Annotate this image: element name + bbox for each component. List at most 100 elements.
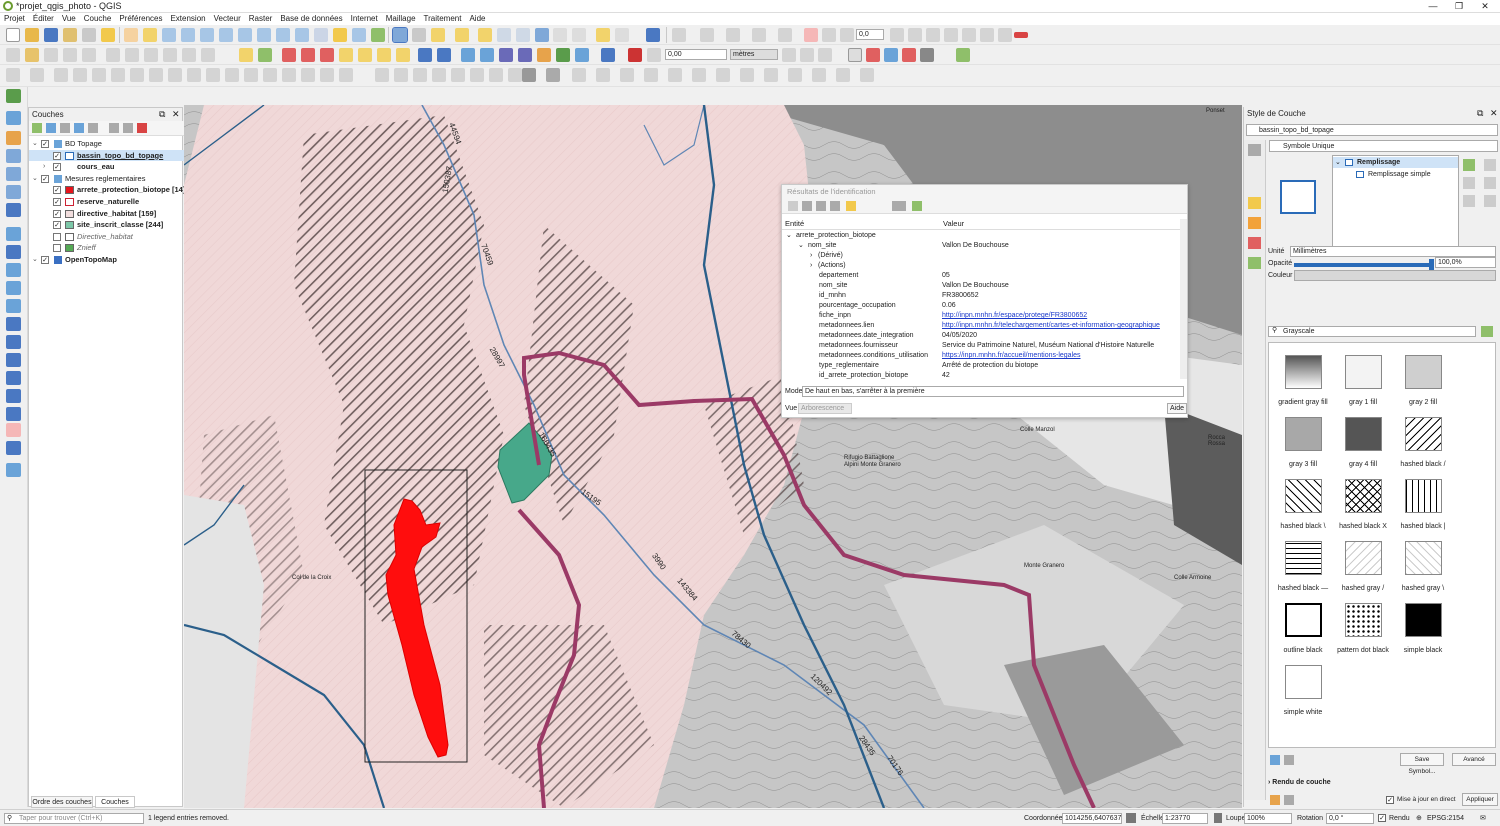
digitize-4-icon[interactable] [752,28,766,42]
statistics-icon[interactable] [553,28,567,42]
adv-13-icon[interactable] [244,68,258,82]
adv-30-icon[interactable] [620,68,634,82]
close-style-panel-icon[interactable]: ✕ [1490,107,1498,120]
close-panel-icon[interactable]: ✕ [172,108,180,121]
filter-legend-icon[interactable] [74,123,84,133]
advanced-button[interactable]: Avancé [1452,753,1496,766]
symbol-tile-hv[interactable]: hashed black | [1393,479,1453,541]
layer-arrete-protection-biotope[interactable]: ✓ arrete_protection_biotope [14] [29,184,185,196]
menu-maillage[interactable]: Maillage [382,13,420,25]
adv-28-icon[interactable] [572,68,586,82]
adv-14-icon[interactable] [263,68,277,82]
identify-attribute-row[interactable]: nom_site Vallon De Bouchouse [782,281,1178,291]
identify-mode-select[interactable]: De haut en bas, s'arrêter à la première [802,386,1184,397]
database-3-icon[interactable] [499,48,513,62]
zoom-in-icon[interactable] [162,28,176,42]
symbol-tile-g3[interactable]: gray 3 fill [1273,417,1333,479]
adv-27-icon[interactable] [546,68,560,82]
menu-aide[interactable]: Aide [465,13,489,25]
menu-traitement[interactable]: Traitement [420,13,466,25]
adv-8-icon[interactable] [149,68,163,82]
adv-9-icon[interactable] [168,68,182,82]
cad-1-icon[interactable] [782,48,796,62]
grid-icon[interactable] [522,68,536,82]
menu-preferences[interactable]: Préférences [115,13,166,25]
zoom-next-icon[interactable] [295,28,309,42]
expand-icon[interactable] [788,201,798,211]
add-vector-icon[interactable] [6,111,21,125]
identify-attribute-link[interactable]: https://inpn.mnhn.fr/accueil/mentions-le… [942,351,1081,361]
layer-group-bd-topage[interactable]: ⌄ ✓ BD Topage [29,138,184,150]
coordinate-field[interactable]: 1014256,6407637 [1062,813,1122,824]
copy-icon[interactable] [144,48,158,62]
digitize-icon[interactable] [672,28,686,42]
menu-base-de-donnees[interactable]: Base de données [276,13,346,25]
color-button[interactable] [1294,270,1496,281]
label-9-icon[interactable] [980,28,994,42]
opacity-spinbox[interactable]: 100,0% [1435,257,1496,268]
expand-all-icon[interactable] [109,123,119,133]
zoom-out-icon[interactable] [181,28,195,42]
undo-style-icon[interactable] [1270,795,1280,805]
adv-36-icon[interactable] [764,68,778,82]
print-layout-icon[interactable] [63,28,77,42]
adv-29-icon[interactable] [596,68,610,82]
identify-layer-row[interactable]: ⌄ arrete_protection_biotope [782,231,1178,241]
adv-26-icon[interactable] [508,68,522,82]
adv-38-icon[interactable] [812,68,826,82]
layer-reserve-naturelle[interactable]: ✓ reserve_naturelle [29,196,184,208]
identify-attribute-row[interactable]: › (Dérivé) [782,251,1178,261]
database-icon[interactable] [461,48,475,62]
label-7-icon[interactable] [944,28,958,42]
identify-attribute-row[interactable]: pourcentage_occupation 0.06 [782,301,1178,311]
lock-scale-icon[interactable] [1214,813,1222,823]
toggle-editing-icon[interactable] [25,48,39,62]
menu-vecteur[interactable]: Vecteur [210,13,245,25]
adv-12-icon[interactable] [225,68,239,82]
digitize-3-icon[interactable] [726,28,740,42]
cad-2-icon[interactable] [800,48,814,62]
redo-style-icon[interactable] [1284,795,1294,805]
collapse-all-icon[interactable] [123,123,133,133]
zoom-layer-icon[interactable] [238,28,252,42]
add-vector-tile-icon[interactable] [6,317,21,331]
symbol-search-input[interactable]: Grayscale [1268,326,1476,337]
move-up-icon[interactable] [1484,159,1496,171]
3d-tab-icon[interactable] [1248,217,1261,229]
identify-attribute-row[interactable]: departement 05 [782,271,1178,281]
identify-attribute-row[interactable]: id_arrete_protection_biotope 42 [782,371,1178,381]
adv-6-icon[interactable] [111,68,125,82]
globe-2-icon[interactable] [437,48,451,62]
cad-9-icon[interactable] [956,48,970,62]
select-feature-icon[interactable] [846,201,856,211]
new-map-view-icon[interactable] [314,28,328,42]
geocoding-icon[interactable] [6,463,21,477]
symbol-tile-white[interactable]: simple white [1273,665,1333,727]
save-project-icon[interactable] [44,28,58,42]
add-wcs-icon[interactable] [6,281,21,295]
cad-4-icon[interactable] [848,48,862,62]
identify-features-icon[interactable] [392,27,408,43]
clear-results-icon[interactable] [830,201,840,211]
label-rotation-field[interactable]: 0,0 [856,29,884,40]
add-wfs2-icon[interactable] [6,407,21,421]
label-toolbar-9-icon[interactable] [396,48,410,62]
label-toolbar-1-icon[interactable] [239,48,253,62]
adv-2-icon[interactable] [30,68,44,82]
style-layer-icon[interactable] [32,123,42,133]
crs-icon[interactable]: ⊕ [1416,813,1422,824]
red-tool-icon[interactable] [1014,32,1028,38]
adv-16-icon[interactable] [301,68,315,82]
identify-attribute-row[interactable]: type_reglementaire Arrêté de protection d… [782,361,1178,371]
lock-symbol-layer-icon[interactable] [1463,195,1475,207]
identify-scrollbar[interactable] [1180,219,1187,379]
measure-icon[interactable] [572,28,586,42]
layer-bassin-topo[interactable]: ✓ bassin_topo_bd_topage [29,149,184,162]
layer-rendering-section[interactable]: › Rendu de couche [1268,779,1331,786]
magnifier-field[interactable]: 100% [1244,813,1292,824]
manage-themes-icon[interactable] [60,123,70,133]
globe-icon[interactable] [418,48,432,62]
cad-6-icon[interactable] [884,48,898,62]
redo-icon[interactable] [201,48,215,62]
add-oracle-icon[interactable] [6,353,21,367]
